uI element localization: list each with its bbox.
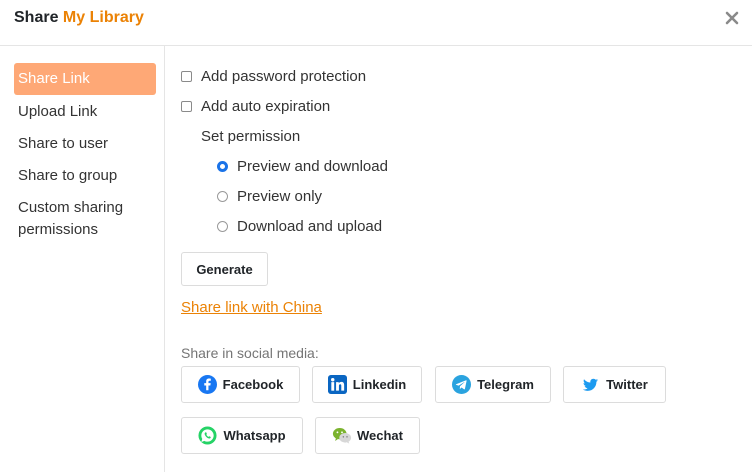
linkedin-icon [327,375,347,394]
share-dialog: Share My Library Share Link Upload Link … [0,0,752,472]
wechat-button[interactable]: Wechat [315,417,420,454]
share-sidebar: Share Link Upload Link Share to user Sha… [0,46,165,472]
title-prefix: Share [14,9,59,26]
password-label: Add password protection [201,68,367,85]
permission-label: Preview only [237,188,323,205]
facebook-icon [197,375,217,394]
whatsapp-label: Whatsapp [223,428,286,443]
permission-heading-label: Set permission [201,128,301,145]
sidebar-item-share-to-group[interactable]: Share to group [14,165,156,187]
telegram-icon [452,375,472,394]
permission-radio[interactable] [217,221,228,232]
whatsapp-button[interactable]: Whatsapp [181,417,303,454]
permission-radio[interactable] [217,191,228,202]
expiration-option[interactable]: Add auto expiration [181,98,330,115]
sidebar-item-share-to-user[interactable]: Share to user [14,133,156,155]
wechat-label: Wechat [357,428,403,443]
twitter-icon [581,375,600,394]
sidebar-item-label: Upload Link [18,103,98,120]
expiration-checkbox[interactable] [181,101,192,112]
permission-label: Download and upload [237,218,383,235]
password-option[interactable]: Add password protection [181,68,366,85]
dialog-title: Share My Library [14,9,144,27]
sidebar-item-upload-link[interactable]: Upload Link [14,101,156,123]
sidebar-item-custom-sharing[interactable]: Custom sharing permissions [14,197,156,241]
sidebar-item-share-link[interactable]: Share Link [14,63,156,95]
facebook-button[interactable]: Facebook [181,366,300,403]
sidebar-item-label-line2: permissions [18,221,99,238]
twitter-button[interactable]: Twitter [563,366,666,403]
twitter-label: Twitter [606,377,648,392]
library-name: My Library [62,9,144,26]
wechat-icon [332,426,352,445]
facebook-label: Facebook [222,377,284,392]
password-checkbox[interactable] [181,71,192,82]
linkedin-button[interactable]: Linkedin [312,366,422,403]
linkedin-label: Linkedin [352,377,407,392]
permission-option[interactable]: Download and upload [217,218,382,235]
telegram-button[interactable]: Telegram [435,366,551,403]
close-icon[interactable] [724,10,740,26]
expiration-label: Add auto expiration [201,98,331,115]
sidebar-item-label: Custom sharing [18,199,124,216]
telegram-label: Telegram [477,377,534,392]
sidebar-item-label: Share to user [18,135,109,152]
dialog-header: Share My Library [0,0,752,46]
permission-radio-selected[interactable] [217,161,228,172]
permission-option[interactable]: Preview only [217,188,322,205]
social-heading: Share in social media: [181,345,319,361]
sidebar-item-label: Share to group [18,167,118,184]
share-link-panel: Add password protection Add auto expirat… [165,46,752,472]
permission-label: Preview and download [237,158,388,175]
sidebar-item-label: Share Link [18,70,90,87]
generate-button[interactable]: Generate [181,252,268,286]
whatsapp-icon [198,426,217,445]
share-link-china[interactable]: Share link with China [181,299,322,316]
permission-option[interactable]: Preview and download [217,158,388,175]
permission-heading: Set permission [201,128,300,145]
